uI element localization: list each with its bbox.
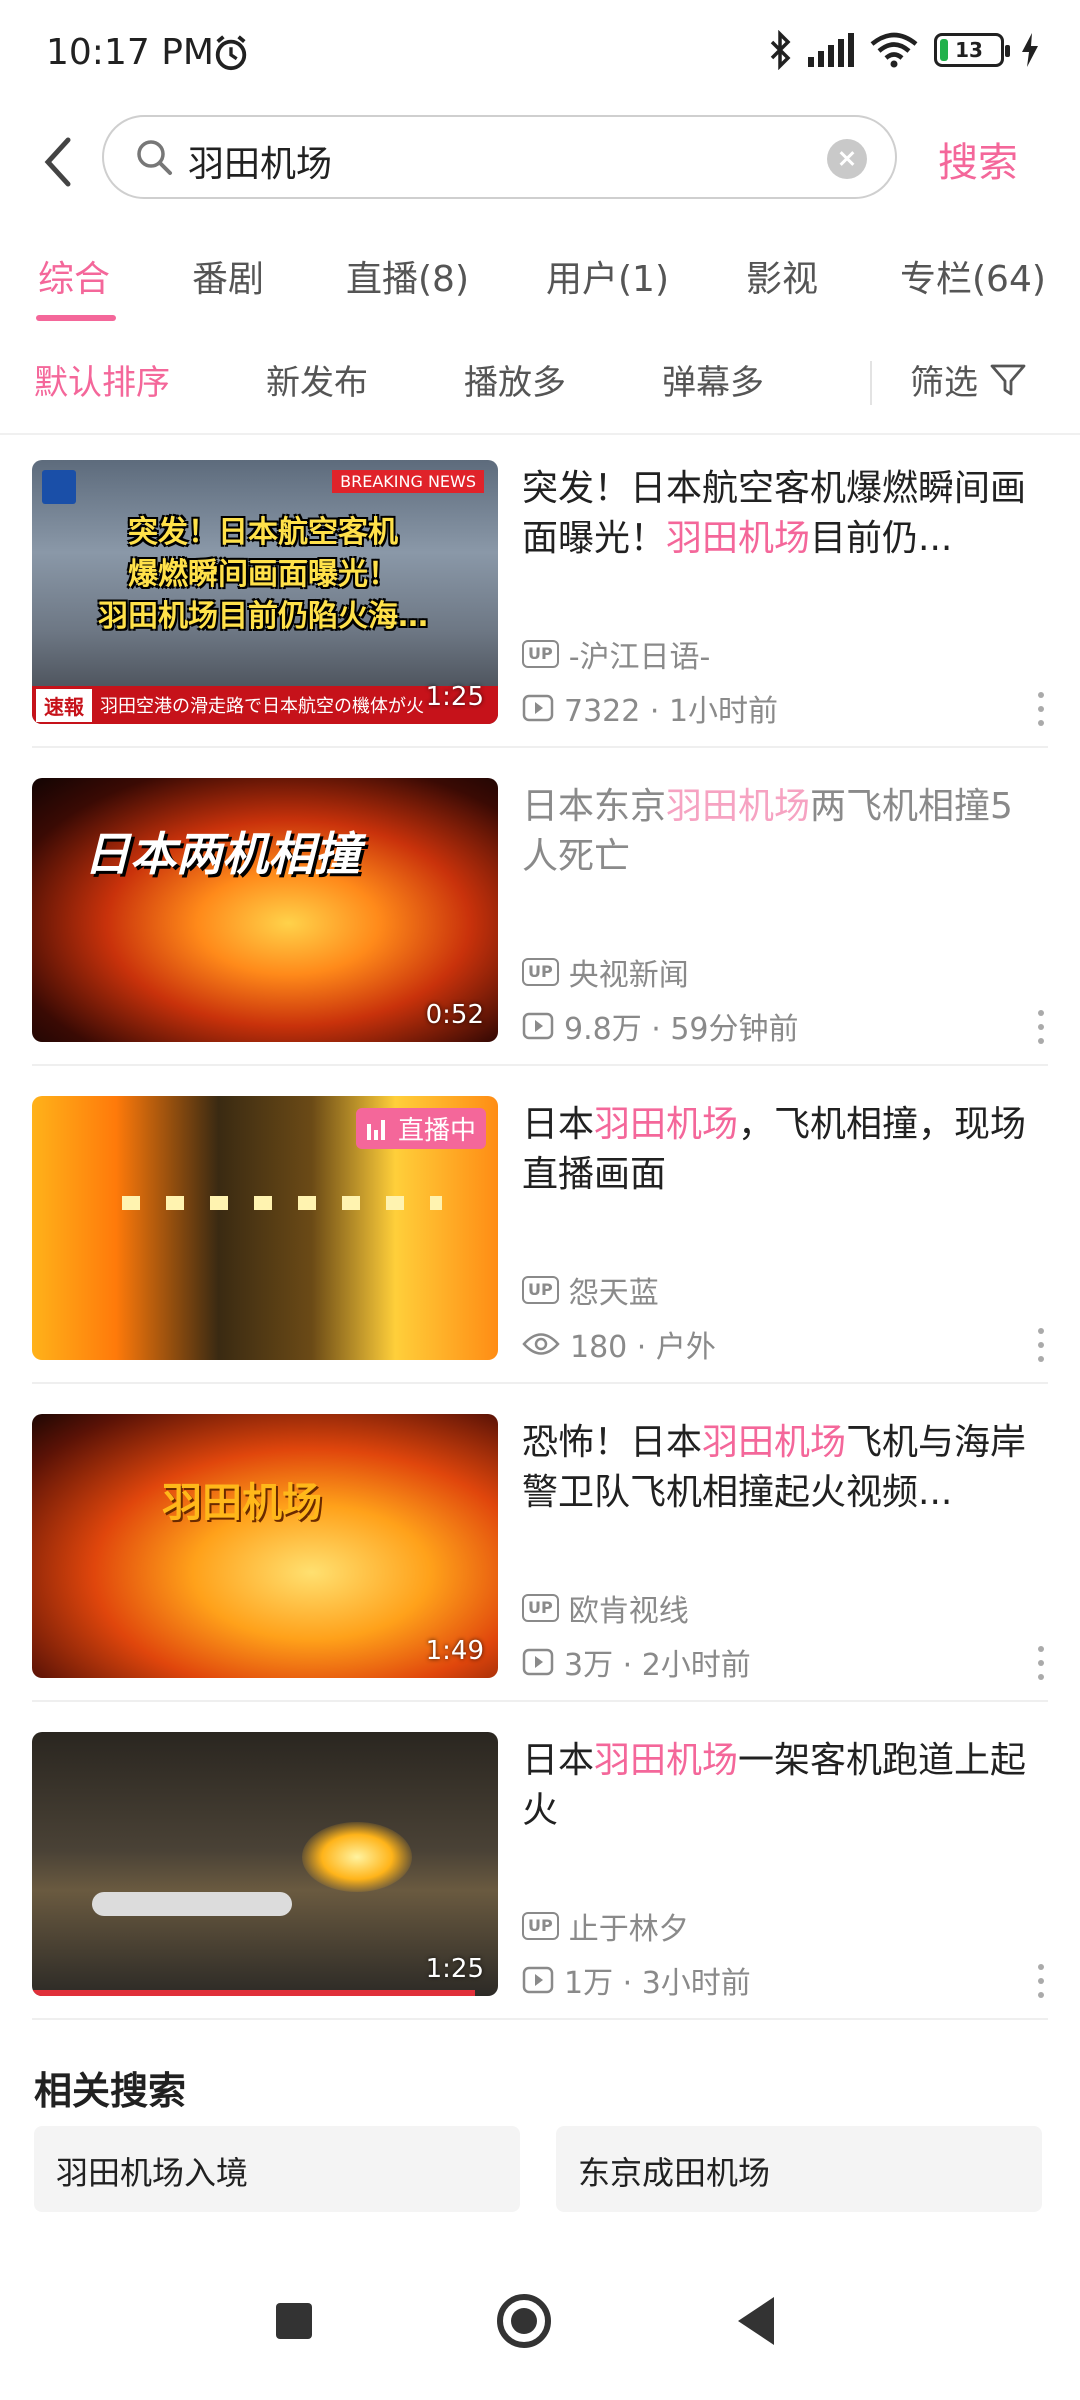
search-query: 羽田机场 bbox=[188, 144, 333, 185]
uploader[interactable]: UP -沪江日语- bbox=[522, 632, 710, 676]
video-stats: 1万 · 3小时前 bbox=[522, 1958, 751, 2002]
uploader[interactable]: UP 止于林夕 bbox=[522, 1904, 689, 1948]
sort-bar: 默认排序 新发布 播放多 弹幕多 筛选 bbox=[0, 355, 1080, 425]
play-count-icon bbox=[522, 1966, 554, 1994]
thumbnail-caption: 羽田机场 bbox=[162, 1480, 322, 1526]
tab-film[interactable]: 影视 bbox=[746, 250, 818, 302]
tab-articles[interactable]: 专栏(64) bbox=[900, 250, 1046, 302]
home-icon[interactable] bbox=[497, 2294, 551, 2348]
tab-all[interactable]: 综合 bbox=[38, 250, 110, 302]
bluetooth-icon bbox=[770, 30, 791, 70]
up-icon: UP bbox=[522, 640, 559, 668]
related-search-chip[interactable]: 羽田机场入境 bbox=[34, 2126, 520, 2212]
video-title[interactable]: 日本东京羽田机场两飞机相撞5人死亡 bbox=[522, 782, 1042, 882]
video-stats: 9.8万 · 59分钟前 bbox=[522, 1004, 799, 1048]
tab-users[interactable]: 用户(1) bbox=[546, 250, 669, 302]
video-thumbnail[interactable]: 1:25 bbox=[32, 1732, 498, 1996]
uploader[interactable]: UP 怨天蓝 bbox=[522, 1268, 659, 1312]
search-icon bbox=[137, 140, 172, 175]
uploader[interactable]: UP 欧肯视线 bbox=[522, 1586, 689, 1630]
charging-icon bbox=[1022, 33, 1038, 67]
video-thumbnail[interactable]: 羽田机场 1:49 bbox=[32, 1414, 498, 1678]
play-count-icon bbox=[522, 1012, 554, 1040]
video-duration: 1:25 bbox=[425, 682, 484, 712]
signal-icon bbox=[808, 33, 854, 67]
video-duration: 1:49 bbox=[425, 1636, 484, 1666]
live-badge: 直播中 bbox=[355, 1108, 486, 1149]
tab-live[interactable]: 直播(8) bbox=[346, 250, 469, 302]
battery-icon: 13 bbox=[934, 33, 1010, 67]
back-arrow-icon[interactable] bbox=[38, 134, 78, 190]
battery-level: 13 bbox=[955, 38, 983, 62]
status-time: 10:17 PM bbox=[46, 32, 214, 73]
sort-most-played[interactable]: 播放多 bbox=[464, 355, 566, 404]
video-title[interactable]: 日本羽田机场，飞机相撞，现场直播画面 bbox=[522, 1100, 1042, 1200]
breaking-news-tag: BREAKING NEWS bbox=[332, 470, 484, 493]
video-card[interactable]: BREAKING NEWS 突发！日本航空客机 爆燃瞬间画面曝光！ 羽田机场目前… bbox=[0, 430, 1080, 748]
filter-button[interactable]: 筛选 bbox=[910, 355, 1026, 404]
video-duration: 0:52 bbox=[425, 1000, 484, 1030]
video-stats: 180 · 户外 bbox=[522, 1322, 716, 1366]
sort-newest[interactable]: 新发布 bbox=[266, 355, 368, 404]
filter-icon bbox=[990, 364, 1026, 395]
video-card[interactable]: 1:25 日本羽田机场一架客机跑道上起火 UP 止于林夕 1万 · 3小时前 bbox=[0, 1702, 1080, 2020]
search-input[interactable]: 羽田机场 bbox=[102, 115, 897, 199]
tab-bangumi[interactable]: 番剧 bbox=[192, 250, 264, 302]
back-icon[interactable] bbox=[738, 2297, 774, 2345]
clear-icon[interactable] bbox=[827, 139, 867, 179]
video-card[interactable]: 直播中 日本羽田机场，飞机相撞，现场直播画面 UP 怨天蓝 180 · 户外 bbox=[0, 1066, 1080, 1384]
up-icon: UP bbox=[522, 1594, 559, 1622]
sort-most-danmaku[interactable]: 弹幕多 bbox=[662, 355, 764, 404]
video-card[interactable]: 羽田机场 1:49 恐怖！日本羽田机场飞机与海岸警卫队飞机相撞起火视频... U… bbox=[0, 1384, 1080, 1702]
uploader[interactable]: UP 央视新闻 bbox=[522, 950, 689, 994]
video-card[interactable]: 日本两机相撞 0:52 日本东京羽田机场两飞机相撞5人死亡 UP 央视新闻 9.… bbox=[0, 748, 1080, 1066]
live-bars-icon bbox=[366, 1119, 385, 1140]
more-options-icon[interactable] bbox=[1034, 1010, 1048, 1044]
video-stats: 7322 · 1小时前 bbox=[522, 686, 778, 730]
video-duration: 1:25 bbox=[425, 1954, 484, 1984]
sort-default[interactable]: 默认排序 bbox=[34, 355, 170, 404]
runway-lights bbox=[122, 1196, 442, 1210]
video-thumbnail[interactable]: BREAKING NEWS 突发！日本航空客机 爆燃瞬间画面曝光！ 羽田机场目前… bbox=[32, 460, 498, 724]
play-count-icon bbox=[522, 694, 554, 722]
related-searches-title: 相关搜索 bbox=[34, 2069, 187, 2113]
category-tabs: 综合 番剧 直播(8) 用户(1) 影视 专栏(64) bbox=[0, 250, 1080, 325]
video-title[interactable]: 恐怖！日本羽田机场飞机与海岸警卫队飞机相撞起火视频... bbox=[522, 1418, 1042, 1518]
active-tab-indicator bbox=[36, 315, 116, 321]
related-search-chip[interactable]: 东京成田机场 bbox=[556, 2126, 1042, 2212]
alarm-icon bbox=[215, 35, 247, 71]
filter-label: 筛选 bbox=[910, 363, 978, 403]
airplane-shape bbox=[92, 1892, 292, 1916]
video-stats: 3万 · 2小时前 bbox=[522, 1640, 751, 1684]
divider bbox=[32, 2018, 1048, 2020]
wifi-icon bbox=[870, 32, 918, 68]
fire-glow bbox=[302, 1822, 412, 1892]
more-options-icon[interactable] bbox=[1034, 692, 1048, 726]
watch-progress bbox=[32, 1990, 475, 1996]
up-icon: UP bbox=[522, 958, 559, 986]
divider bbox=[870, 361, 872, 405]
eye-icon bbox=[522, 1333, 560, 1355]
video-thumbnail[interactable]: 直播中 bbox=[32, 1096, 498, 1360]
up-icon: UP bbox=[522, 1276, 559, 1304]
more-options-icon[interactable] bbox=[1034, 1328, 1048, 1362]
recents-icon[interactable] bbox=[276, 2303, 312, 2339]
search-bar: 羽田机场 搜索 bbox=[0, 112, 1080, 212]
video-title[interactable]: 突发！日本航空客机爆燃瞬间画面曝光！羽田机场目前仍... bbox=[522, 464, 1042, 564]
system-nav-bar bbox=[0, 2250, 1080, 2400]
thumbnail-caption: 日本两机相撞 bbox=[84, 827, 360, 881]
more-options-icon[interactable] bbox=[1034, 1646, 1048, 1680]
video-thumbnail[interactable]: 日本两机相撞 0:52 bbox=[32, 778, 498, 1042]
video-title[interactable]: 日本羽田机场一架客机跑道上起火 bbox=[522, 1736, 1042, 1836]
search-button[interactable]: 搜索 bbox=[938, 130, 1018, 188]
status-bar: 10:17 PM 13 bbox=[0, 0, 1080, 110]
play-count-icon bbox=[522, 1648, 554, 1676]
channel-logo bbox=[42, 470, 76, 504]
more-options-icon[interactable] bbox=[1034, 1964, 1048, 1998]
up-icon: UP bbox=[522, 1912, 559, 1940]
thumbnail-caption: 突发！日本航空客机 爆燃瞬间画面曝光！ 羽田机场目前仍陷火海… bbox=[98, 515, 428, 634]
